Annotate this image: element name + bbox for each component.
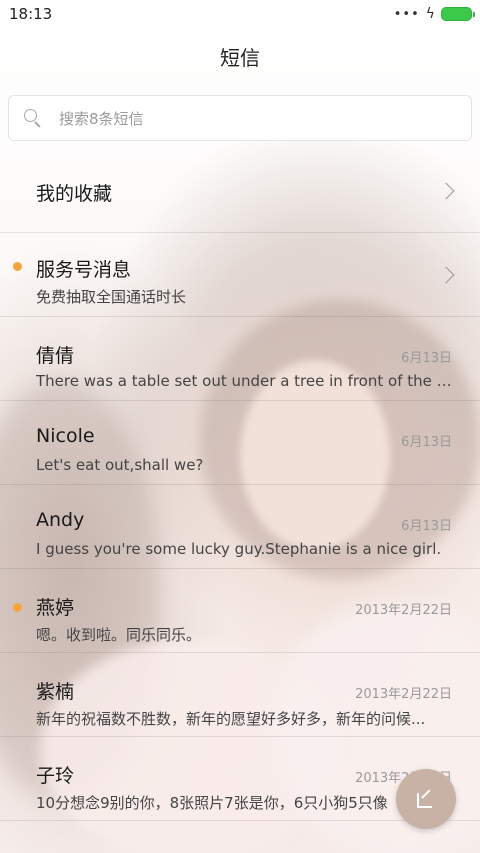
compose-button[interactable] — [396, 769, 456, 829]
message-preview: I guess you're some lucky guy.Stephanie … — [36, 540, 442, 558]
status-time: 18:13 — [9, 5, 53, 23]
bolt-icon: ϟ — [425, 6, 435, 22]
status-bar: 18:13 ••• ϟ — [0, 0, 480, 28]
message-date: 6月13日 — [401, 435, 452, 450]
message-preview: 新年的祝福数不胜数，新年的愿望好多好多，新年的问候... — [36, 710, 426, 728]
service-title: 服务号消息 — [36, 259, 132, 281]
contact-name: 倩倩 — [36, 345, 75, 367]
contact-name: Andy — [36, 509, 85, 531]
conversation-list: 我的收藏 服务号消息 免费抽取全国通话时长 倩倩 6月13日 There was… — [0, 149, 480, 821]
conversation-row[interactable]: 燕婷 2013年2月22日 嗯。收到啦。同乐同乐。 — [0, 569, 480, 653]
battery-icon — [441, 7, 475, 21]
unread-dot — [13, 603, 22, 612]
conversation-row[interactable]: 紫楠 2013年2月22日 新年的祝福数不胜数，新年的愿望好多好多，新年的问候.… — [0, 653, 480, 737]
unread-dot — [13, 262, 22, 271]
message-date: 2013年2月22日 — [355, 603, 452, 618]
message-preview: 10分想念9别的你，8张照片7张是你，6只小狗5只像 — [36, 794, 388, 812]
service-messages-row[interactable]: 服务号消息 免费抽取全国通话时长 — [0, 233, 480, 317]
page-title: 短信 — [220, 46, 260, 70]
search-icon — [23, 108, 43, 128]
search-input[interactable]: 搜索8条短信 — [59, 108, 144, 129]
service-preview: 免费抽取全国通话时长 — [36, 288, 187, 306]
conversation-row[interactable]: Nicole 6月13日 Let's eat out,shall we? — [0, 401, 480, 485]
message-date: 6月13日 — [401, 519, 452, 534]
compose-icon — [417, 790, 435, 808]
conversation-row[interactable]: Andy 6月13日 I guess you're some lucky guy… — [0, 485, 480, 569]
message-preview: Let's eat out,shall we? — [36, 456, 204, 474]
message-preview: 嗯。收到啦。同乐同乐。 — [36, 626, 202, 644]
contact-name: 燕婷 — [36, 597, 75, 619]
message-date: 2013年2月22日 — [355, 687, 452, 702]
favorites-label: 我的收藏 — [36, 183, 113, 205]
chevron-right-icon — [437, 182, 455, 200]
status-icons: ••• ϟ — [393, 6, 475, 22]
chevron-right-icon — [437, 266, 455, 284]
message-date: 6月13日 — [401, 351, 452, 366]
favorites-row[interactable]: 我的收藏 — [0, 149, 480, 233]
conversation-row[interactable]: 倩倩 6月13日 There was a table set out under… — [0, 317, 480, 401]
contact-name: Nicole — [36, 425, 95, 447]
more-dots-icon: ••• — [393, 6, 420, 22]
contact-name: 紫楠 — [36, 681, 75, 703]
contact-name: 子玲 — [36, 765, 75, 787]
message-preview: There was a table set out under a tree i… — [36, 372, 452, 390]
search-bar[interactable]: 搜索8条短信 — [8, 95, 472, 141]
